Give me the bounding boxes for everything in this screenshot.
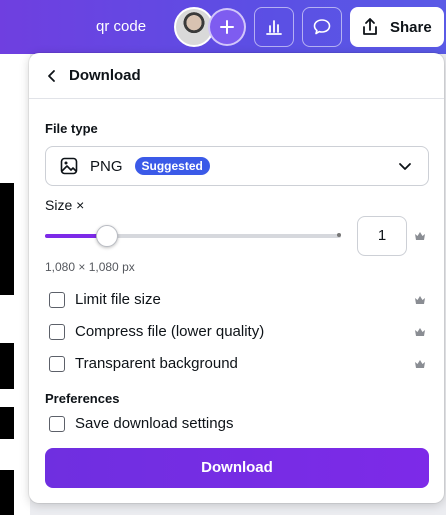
transparent-background-option[interactable]: Transparent background (49, 355, 238, 372)
compress-file-option[interactable]: Compress file (lower quality) (49, 323, 264, 340)
panel-header: Download (29, 53, 444, 99)
size-slider[interactable] (45, 225, 341, 247)
size-label: Size × (45, 197, 85, 213)
back-chevron-icon[interactable] (47, 69, 57, 83)
share-button[interactable]: Share (350, 7, 444, 47)
chevron-down-icon (399, 163, 411, 170)
add-collaborator-button[interactable] (208, 8, 246, 46)
file-type-value: PNG (90, 157, 123, 175)
qr-module (0, 343, 14, 389)
panel-title: Download (69, 67, 141, 84)
size-input[interactable]: 1 (357, 216, 407, 256)
crown-icon (415, 232, 425, 240)
checkbox[interactable] (49, 323, 65, 340)
slider-end-dot (337, 233, 341, 237)
checkbox[interactable] (49, 355, 65, 372)
option-label: Limit file size (75, 291, 161, 308)
qr-module (0, 470, 14, 515)
file-type-select[interactable]: PNG Suggested (45, 146, 429, 186)
download-panel: Download File type PNG Suggested Size × … (29, 53, 444, 503)
comments-button[interactable] (302, 7, 342, 47)
crown-icon (415, 296, 425, 304)
crown-icon (415, 360, 425, 368)
file-type-label: File type (45, 121, 98, 136)
suggested-badge: Suggested (134, 157, 210, 175)
image-icon (60, 157, 78, 175)
save-download-settings-option[interactable]: Save download settings (49, 415, 233, 432)
crown-icon (415, 328, 425, 336)
bar-chart-icon (266, 20, 282, 35)
insights-button[interactable] (254, 7, 294, 47)
option-label: Transparent background (75, 355, 238, 372)
top-bar: qr code Share (0, 0, 446, 54)
comment-icon (313, 19, 331, 35)
plus-icon (220, 20, 234, 34)
option-label: Save download settings (75, 415, 234, 432)
option-label: Compress file (lower quality) (75, 323, 265, 340)
checkbox[interactable] (49, 291, 65, 308)
share-label: Share (390, 18, 432, 36)
download-button[interactable]: Download (45, 448, 429, 488)
qr-module (0, 407, 14, 439)
preferences-label: Preferences (45, 391, 120, 406)
design-canvas[interactable] (0, 150, 30, 515)
dimensions-text: 1,080 × 1,080 px (45, 260, 135, 274)
share-upload-icon (363, 18, 377, 35)
document-title[interactable]: qr code (96, 18, 146, 35)
checkbox[interactable] (49, 415, 65, 432)
limit-file-size-option[interactable]: Limit file size (49, 291, 161, 308)
slider-thumb[interactable] (96, 225, 119, 247)
qr-module (0, 183, 14, 295)
